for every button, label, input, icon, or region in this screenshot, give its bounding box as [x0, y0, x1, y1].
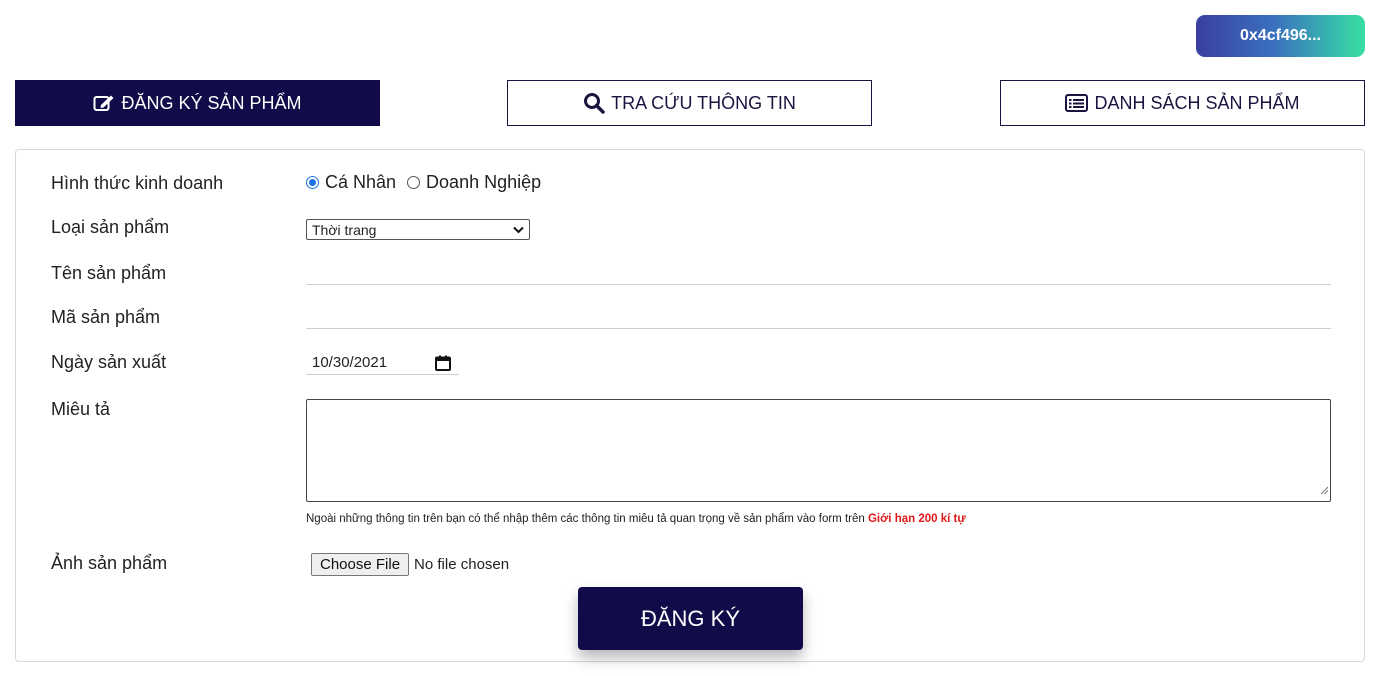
manufacture-date-label: Ngày sản xuất — [51, 352, 167, 372]
description-label: Miêu tả — [51, 399, 111, 419]
register-form-card: Hình thức kinh doanh Cá Nhân Doanh Nghiệ… — [15, 149, 1365, 662]
tab-label: ĐĂNG KÝ SẢN PHẨM — [121, 92, 302, 113]
chevron-down-icon — [513, 226, 524, 234]
tab-label: TRA CỨU THÔNG TIN — [611, 92, 796, 113]
product-image-label: Ảnh sản phẩm — [51, 553, 168, 573]
radio-individual-label: Cá Nhân — [325, 172, 397, 192]
file-status: No file chosen — [414, 556, 510, 573]
calendar-icon[interactable] — [435, 355, 451, 371]
search-icon — [583, 92, 605, 114]
product-type-label: Loại sản phẩm — [51, 217, 170, 237]
tab-label: DANH SÁCH SẢN PHẨM — [1094, 92, 1300, 113]
description-limit: Giới hạn 200 kí tự — [867, 513, 966, 525]
radio-enterprise-label: Doanh Nghiệp — [426, 172, 542, 192]
resize-grip-icon[interactable] — [1319, 482, 1329, 500]
tab-product-list[interactable]: DANH SÁCH SẢN PHẨM — [1000, 80, 1365, 126]
wallet-address-button[interactable]: 0x4cf496... — [1196, 15, 1365, 57]
description-textarea[interactable] — [306, 399, 1331, 502]
tab-lookup-info[interactable]: TRA CỨU THÔNG TIN — [507, 80, 872, 126]
manufacture-date-input[interactable]: 10/30/2021 — [306, 351, 459, 375]
list-icon — [1065, 94, 1089, 112]
register-submit-label: ĐĂNG KÝ — [640, 605, 741, 631]
tab-register-product[interactable]: ĐĂNG KÝ SẢN PHẨM — [15, 80, 380, 126]
manufacture-date-value: 10/30/2021 — [312, 354, 388, 371]
radio-enterprise[interactable]: Doanh Nghiệp — [407, 172, 541, 193]
register-submit-button[interactable]: ĐĂNG KÝ — [578, 587, 803, 650]
radio-individual[interactable]: Cá Nhân — [306, 172, 396, 193]
choose-file-button[interactable]: Choose File — [311, 553, 410, 576]
radio-unchecked-icon[interactable] — [407, 176, 421, 189]
business-type-radios: Cá Nhân Doanh Nghiệp — [306, 172, 552, 193]
product-type-select[interactable]: Thời trang — [306, 219, 530, 240]
wallet-address: 0x4cf496... — [1240, 27, 1321, 44]
product-code-label: Mã sản phẩm — [51, 307, 161, 327]
product-code-input[interactable] — [306, 304, 1331, 329]
edit-icon — [93, 94, 115, 112]
business-type-label: Hình thức kinh doanh — [51, 173, 224, 193]
description-hint: Ngoài những thông tin trên bạn có thể nh… — [306, 513, 966, 525]
product-type-value: Thời trang — [312, 221, 377, 238]
product-image-file-input: Choose File No file chosen — [311, 553, 509, 576]
description-hint-text: Ngoài những thông tin trên bạn có thể nh… — [306, 513, 865, 525]
product-name-input[interactable] — [306, 260, 1331, 285]
product-name-label: Tên sản phẩm — [51, 263, 167, 283]
radio-checked-icon[interactable] — [306, 176, 319, 189]
